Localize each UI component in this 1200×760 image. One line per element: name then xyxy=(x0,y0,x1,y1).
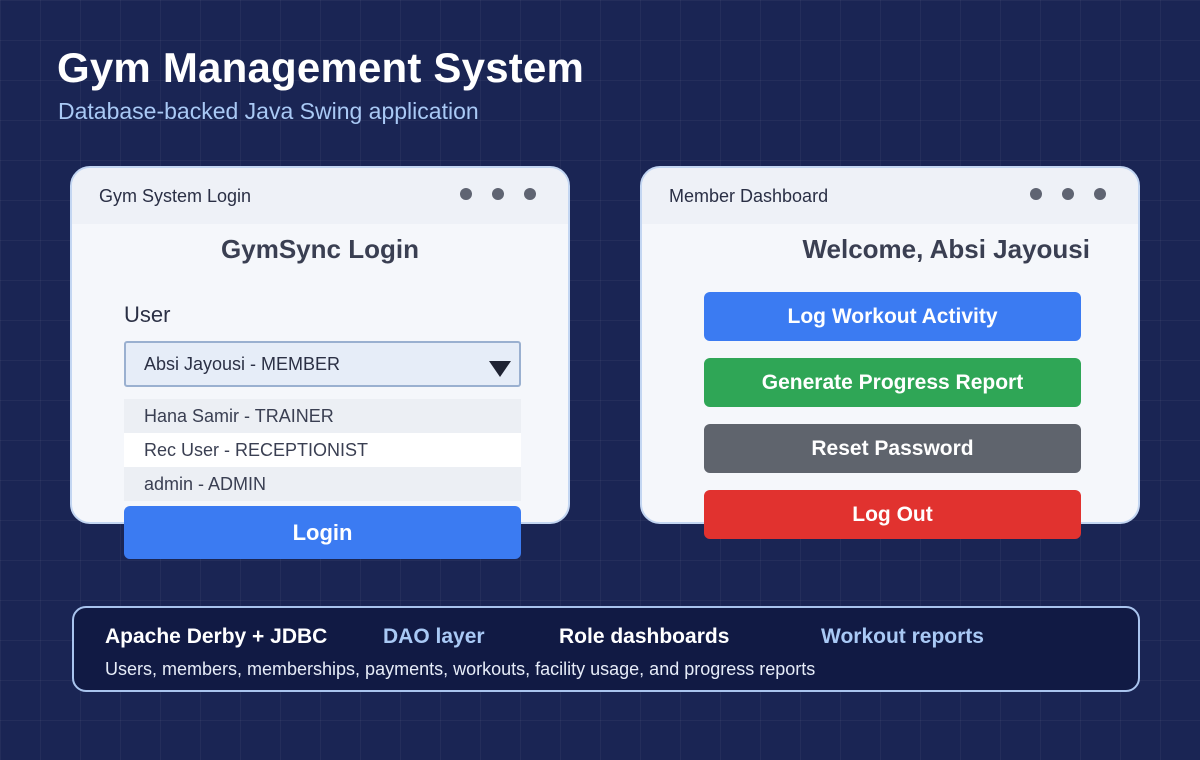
user-select[interactable]: Absi Jayousi - MEMBER xyxy=(124,341,521,387)
page-title: Gym Management System xyxy=(57,44,585,91)
user-select-value: Absi Jayousi - MEMBER xyxy=(144,354,341,374)
tag-workout-reports: Workout reports xyxy=(821,625,984,648)
window-controls xyxy=(460,188,536,200)
progress-report-button[interactable]: Generate Progress Report xyxy=(704,358,1081,407)
login-heading: GymSync Login xyxy=(221,234,419,264)
feature-info-panel: Apache Derby + JDBC DAO layer Role dashb… xyxy=(72,606,1140,692)
user-option-receptionist[interactable]: Rec User - RECEPTIONIST xyxy=(124,433,521,467)
window-control-dot-icon[interactable] xyxy=(460,188,472,200)
login-window: Gym System Login GymSync Login User Absi… xyxy=(70,166,570,559)
tag-dao-layer: DAO layer xyxy=(383,625,485,648)
user-option-admin[interactable]: admin - ADMIN xyxy=(124,467,521,501)
dashboard-window-titlebar[interactable]: Member Dashboard xyxy=(642,168,1138,224)
page-subtitle: Database-backed Java Swing application xyxy=(58,98,479,124)
window-control-dot-icon[interactable] xyxy=(524,188,536,200)
user-option-list: Hana Samir - TRAINER Rec User - RECEPTIO… xyxy=(124,399,521,501)
window-control-dot-icon[interactable] xyxy=(492,188,504,200)
feature-description: Users, members, memberships, payments, w… xyxy=(105,659,816,679)
login-button[interactable]: Login xyxy=(124,506,521,559)
dashboard-window: Member Dashboard Welcome, Absi Jayousi L… xyxy=(640,166,1140,539)
window-control-dot-icon[interactable] xyxy=(1062,188,1074,200)
dashboard-window-title: Member Dashboard xyxy=(669,186,829,206)
window-control-dot-icon[interactable] xyxy=(1094,188,1106,200)
log-out-button[interactable]: Log Out xyxy=(704,490,1081,539)
user-field-label: User xyxy=(124,302,171,327)
reset-password-button[interactable]: Reset Password xyxy=(704,424,1081,473)
log-workout-button[interactable]: Log Workout Activity xyxy=(704,292,1081,341)
login-window-title: Gym System Login xyxy=(99,186,252,206)
caret-down-icon[interactable] xyxy=(489,361,511,377)
tag-role-dashboards: Role dashboards xyxy=(559,625,730,648)
tag-derby-jdbc: Apache Derby + JDBC xyxy=(105,625,328,648)
welcome-heading: Welcome, Absi Jayousi xyxy=(802,234,1090,264)
window-controls xyxy=(1030,188,1106,200)
window-control-dot-icon[interactable] xyxy=(1030,188,1042,200)
login-window-titlebar[interactable]: Gym System Login xyxy=(72,168,568,224)
user-option-trainer[interactable]: Hana Samir - TRAINER xyxy=(124,399,521,433)
